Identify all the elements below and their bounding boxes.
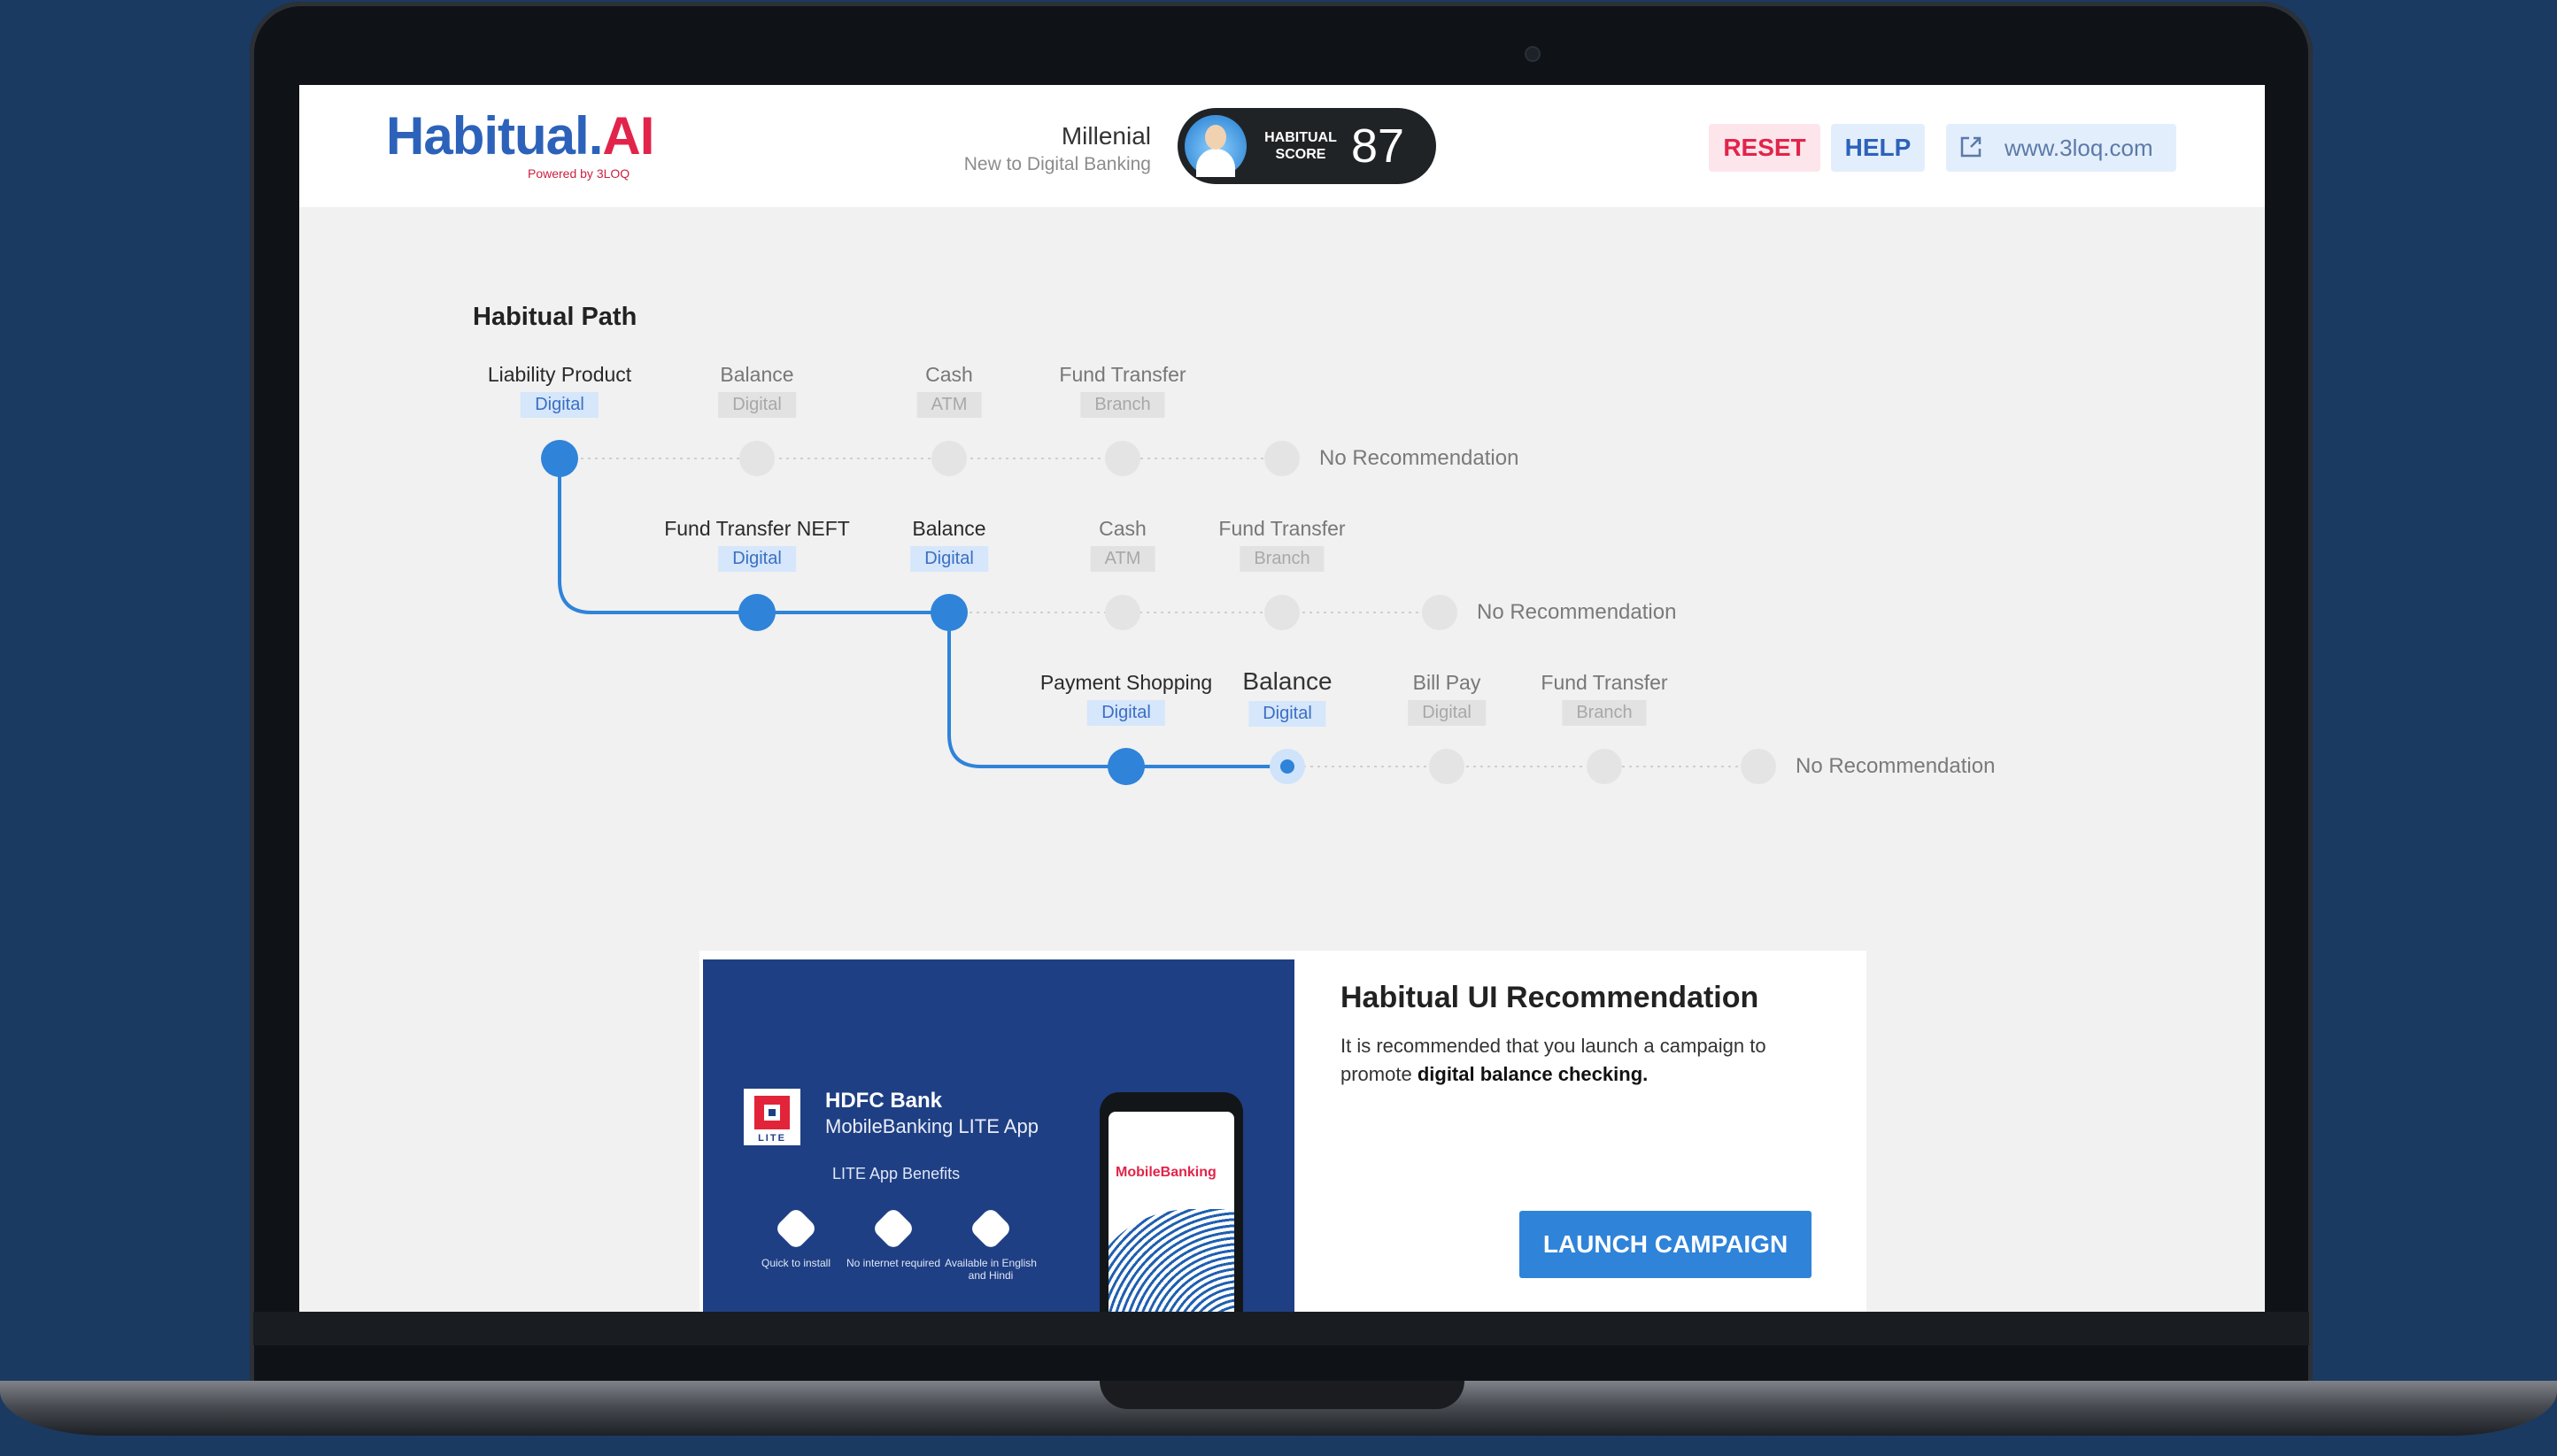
path-step-label: Fund Transfer Branch <box>1059 363 1186 418</box>
path-step-label: Liability Product Digital <box>488 363 631 418</box>
language-icon <box>969 1206 1013 1251</box>
banner-bank-name: HDFC Bank <box>825 1089 943 1113</box>
path-step-label: Balance Digital <box>1242 667 1333 727</box>
path-step-label: Fund Transfer NEFT Digital <box>664 517 850 572</box>
phone-mockup: MobileBanking <box>1100 1092 1243 1312</box>
laptop-notch <box>1100 1381 1464 1409</box>
path-node[interactable] <box>931 441 967 476</box>
path-node-current[interactable] <box>1280 759 1294 774</box>
path-node[interactable] <box>739 441 775 476</box>
benefit-offline: No internet required <box>845 1206 942 1269</box>
path-node[interactable] <box>931 594 968 631</box>
path-step-channel-tag: ATM <box>916 392 982 418</box>
path-step-name: Fund Transfer <box>1218 517 1346 540</box>
path-step-name: Fund Transfer <box>1541 671 1668 694</box>
no-recommendation-label: No Recommendation <box>1477 600 1677 624</box>
path-step-label: Fund Transfer Branch <box>1541 671 1668 726</box>
path-step-label: Balance Digital <box>910 517 988 572</box>
campaign-banner-image: LITE HDFC Bank MobileBanking LITE App LI… <box>703 959 1294 1312</box>
launch-campaign-button[interactable]: LAUNCH CAMPAIGN <box>1519 1211 1812 1278</box>
path-step-channel-tag: Digital <box>910 546 988 572</box>
banner-benefits-label: LITE App Benefits <box>832 1165 961 1183</box>
path-step-name: Fund Transfer <box>1059 363 1186 386</box>
path-step-channel-tag: ATM <box>1090 546 1155 572</box>
path-node[interactable] <box>1105 441 1140 476</box>
app-screen: Habitual.AI Powered by 3LOQ Millenial Ne… <box>299 85 2265 1312</box>
download-icon <box>774 1206 818 1251</box>
path-step-name: Cash <box>1099 517 1147 540</box>
path-step-name: Fund Transfer NEFT <box>664 517 850 540</box>
path-step-label: Balance Digital <box>718 363 796 418</box>
path-node[interactable] <box>1264 595 1300 630</box>
path-end-node <box>1741 749 1776 784</box>
hdfc-bank-logo: LITE <box>744 1089 800 1145</box>
path-step-name: Bill Pay <box>1412 671 1481 694</box>
path-step-name: Balance <box>720 363 794 386</box>
path-step-name: Liability Product <box>487 363 632 386</box>
path-node[interactable] <box>1105 595 1140 630</box>
path-node[interactable] <box>738 594 776 631</box>
path-node[interactable] <box>541 440 578 477</box>
benefit-language: Available in English and Hindi <box>942 1206 1039 1282</box>
path-node[interactable] <box>1108 748 1145 785</box>
recommendation-text: It is recommended that you launch a camp… <box>1340 1035 1766 1085</box>
path-step-channel-tag: Digital <box>718 546 796 572</box>
path-step-channel-tag: Branch <box>1240 546 1325 572</box>
path-step-channel-tag: Digital <box>718 392 796 418</box>
path-step-channel-tag: Digital <box>1408 700 1486 726</box>
path-step-name: Payment Shopping <box>1039 671 1213 694</box>
path-end-node <box>1264 441 1300 476</box>
benefit-install: Quick to install <box>747 1206 845 1269</box>
path-step-name: Balance <box>1242 667 1333 695</box>
path-step-channel-tag: Digital <box>1248 701 1326 727</box>
path-step-name: Cash <box>925 363 973 386</box>
path-step-channel-tag: Branch <box>1562 700 1647 726</box>
laptop-bezel <box>253 1312 2309 1345</box>
recommendation-card: LITE HDFC Bank MobileBanking LITE App LI… <box>699 951 1866 1312</box>
path-step-label: Payment Shopping Digital <box>1040 671 1212 726</box>
no-recommendation-label: No Recommendation <box>1319 446 1519 470</box>
path-step-label: Bill Pay Digital <box>1408 671 1486 726</box>
banner-app-name: MobileBanking LITE App <box>825 1115 1039 1137</box>
camera-icon <box>1525 46 1541 62</box>
path-step-channel-tag: Digital <box>1087 700 1165 726</box>
path-step-name: Balance <box>912 517 986 540</box>
no-internet-icon <box>871 1206 915 1251</box>
path-step-label: Fund Transfer Branch <box>1218 517 1346 572</box>
path-end-node <box>1422 595 1457 630</box>
path-node[interactable] <box>1429 749 1464 784</box>
path-step-channel-tag: Branch <box>1080 392 1165 418</box>
path-step-label: Cash ATM <box>916 363 982 418</box>
path-step-channel-tag: Digital <box>521 392 599 418</box>
recommendation-title: Habitual UI Recommendation <box>1340 981 1759 1014</box>
path-node[interactable] <box>1587 749 1622 784</box>
no-recommendation-label: No Recommendation <box>1796 754 1996 778</box>
path-step-label: Cash ATM <box>1090 517 1155 572</box>
